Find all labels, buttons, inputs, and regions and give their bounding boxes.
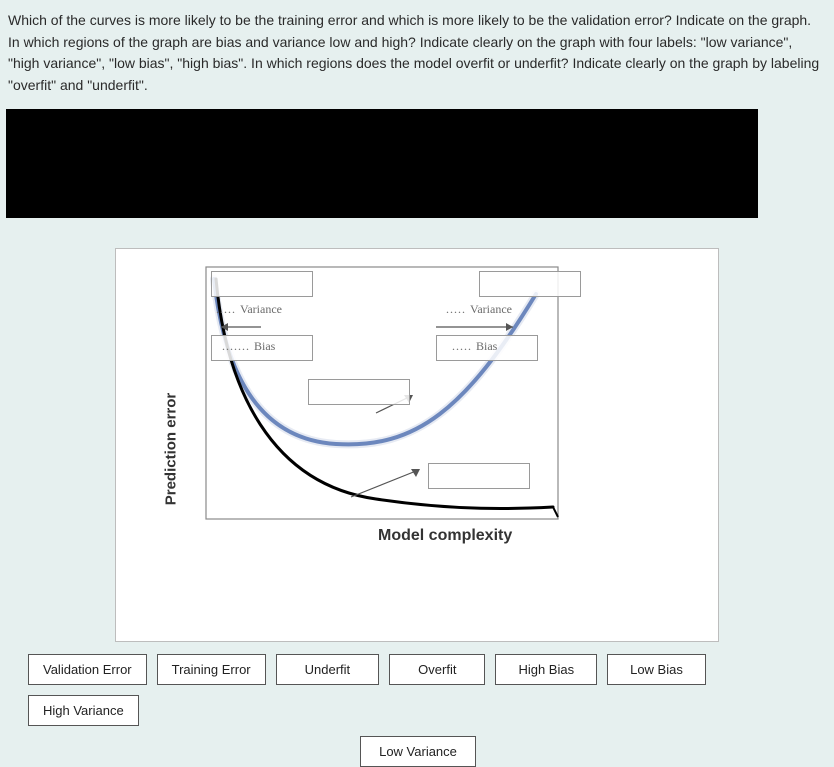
dropzone-left-variance[interactable] — [211, 271, 313, 297]
y-axis-label: Prediction error — [163, 392, 180, 505]
option-validation-error[interactable]: Validation Error — [28, 654, 147, 685]
dropzone-curve-b[interactable] — [428, 463, 530, 489]
option-high-bias[interactable]: High Bias — [495, 654, 597, 685]
label-right-bias: .....Bias — [452, 339, 497, 354]
dropzone-right-variance[interactable] — [479, 271, 581, 297]
question-text: Which of the curves is more likely to be… — [0, 0, 834, 109]
options-bank: Validation Error Training Error Underfit… — [28, 654, 808, 767]
option-underfit[interactable]: Underfit — [276, 654, 380, 685]
option-training-error[interactable]: Training Error — [157, 654, 266, 685]
chart-container[interactable]: ' near top-right --> Prediction error Mo… — [115, 248, 719, 642]
label-right-variance: .....Variance — [446, 302, 512, 317]
option-low-bias[interactable]: Low Bias — [607, 654, 706, 685]
x-axis-label: Model complexity — [378, 527, 512, 545]
option-high-variance[interactable]: High Variance — [28, 695, 139, 726]
chart-svg: ' near top-right --> — [116, 249, 720, 643]
dropzone-curve-a[interactable] — [308, 379, 410, 405]
option-low-variance[interactable]: Low Variance — [360, 736, 476, 767]
label-left-variance: .....Variance — [216, 302, 282, 317]
option-overfit[interactable]: Overfit — [389, 654, 485, 685]
redacted-media-block — [6, 109, 758, 218]
label-left-bias: .......Bias — [222, 339, 275, 354]
